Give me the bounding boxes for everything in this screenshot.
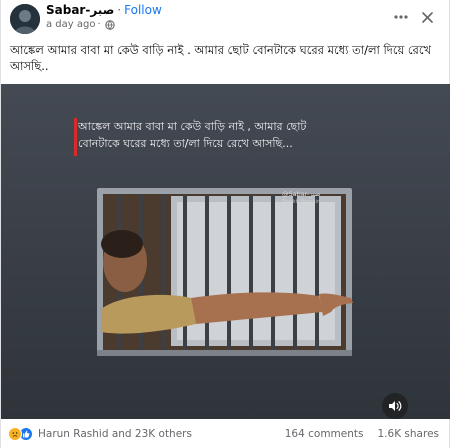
- reactions-summary[interactable]: Harun Rashid and 23K others: [8, 427, 192, 441]
- post-timestamp[interactable]: a day ago: [46, 19, 95, 30]
- follow-button[interactable]: Follow: [124, 3, 162, 17]
- author-line: Sabar-صبر · Follow: [46, 3, 162, 17]
- post-meta: a day ago ·: [46, 19, 115, 30]
- sad-reaction-icon: [8, 427, 22, 441]
- more-dots-icon: [394, 15, 408, 19]
- close-button[interactable]: [417, 7, 437, 27]
- reactors-text[interactable]: Harun Rashid and 23K others: [38, 428, 192, 440]
- post-caption: আঙ্কেল আমার বাবা মা কেউ বাড়ি নাই . আমার…: [10, 43, 432, 73]
- globe-icon: [104, 19, 115, 30]
- post-media[interactable]: আঙ্কেল আমার বাবা মা কেউ বাড়ি নাই , আমার…: [1, 84, 450, 419]
- watermark-handle: @Sabar-صبر: [282, 190, 321, 198]
- more-options-button[interactable]: [391, 7, 411, 27]
- overlay-line-2: বোনটাকে ঘরের মধ্যে তা/লা দিয়ে রেখে আসছি…: [78, 137, 293, 150]
- post-header: Sabar-صبر · Follow a day ago ·: [1, 0, 450, 38]
- overlay-accent-bar: [74, 118, 77, 156]
- close-icon: [421, 11, 433, 23]
- overlay-line-1: আঙ্কেল আমার বাবা মা কেউ বাড়ি নাই , আমার…: [78, 120, 307, 133]
- overlay-caption: আঙ্কেল আমার বাবা মা কেউ বাড়ি নাই , আমার…: [78, 118, 368, 152]
- comments-count[interactable]: 164 comments: [285, 428, 364, 440]
- timestamp-separator: ·: [97, 19, 101, 30]
- sound-toggle-button[interactable]: [382, 393, 408, 419]
- avatar-image: [10, 4, 40, 34]
- shares-count[interactable]: 1.6K shares: [378, 428, 440, 440]
- separator-dot: ·: [117, 3, 122, 17]
- post-footer: Harun Rashid and 23K others 164 comments…: [1, 422, 450, 448]
- watermark: @Sabar-صبر Sheikh Hossain: [282, 190, 320, 206]
- facebook-post: Sabar-صبر · Follow a day ago · আঙ্কেল আমার …: [0, 0, 450, 448]
- author-name[interactable]: Sabar-صبر: [46, 3, 114, 17]
- author-avatar[interactable]: [10, 4, 40, 34]
- watermark-sub: Sheikh Hossain: [282, 199, 321, 205]
- engagement-counts: 164 comments 1.6K shares: [285, 428, 439, 440]
- speaker-icon: [389, 401, 402, 411]
